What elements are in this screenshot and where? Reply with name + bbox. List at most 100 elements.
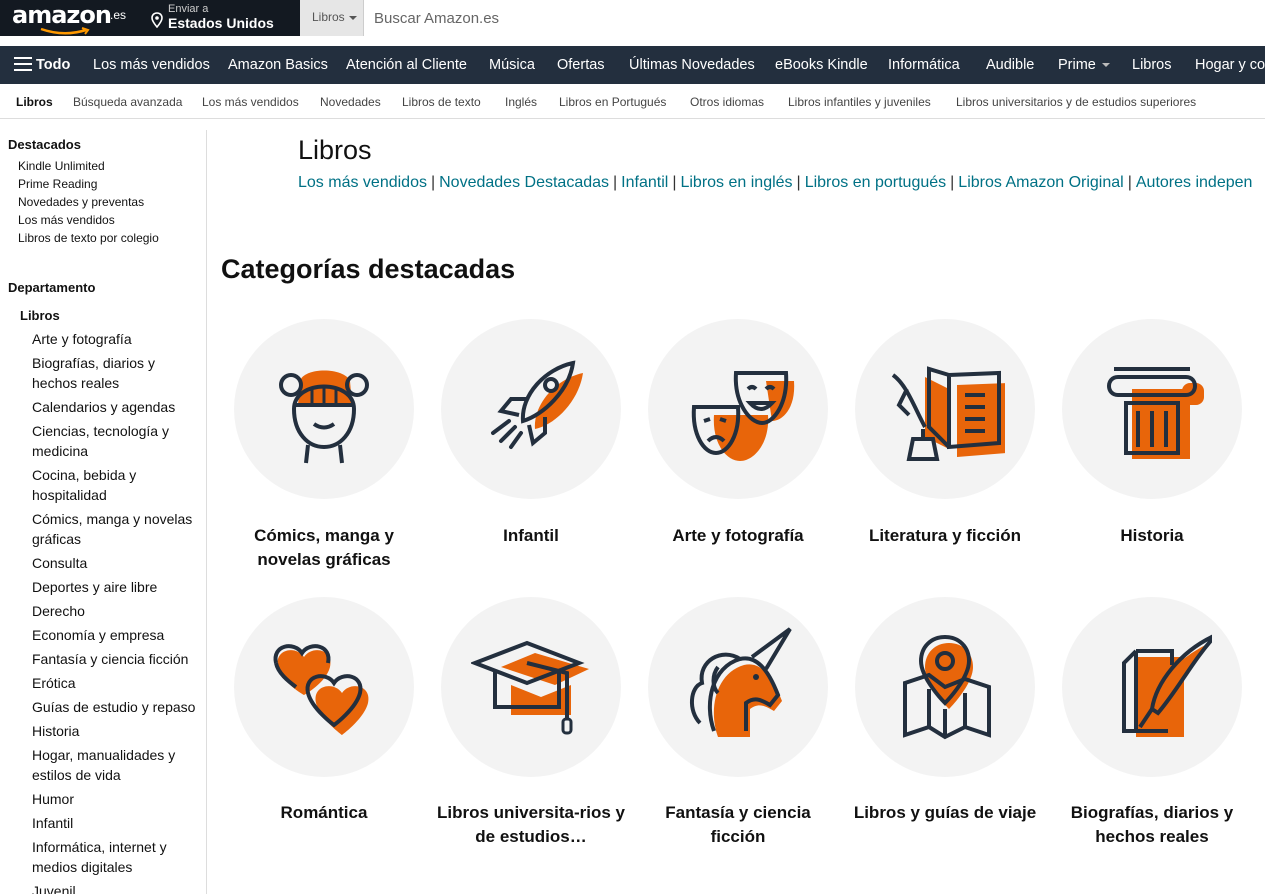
department-item[interactable]: Biografías, diarios y hechos reales <box>32 353 200 393</box>
main-nav: Todo Los más vendidos Amazon Basics Aten… <box>0 46 1265 84</box>
quick-link[interactable]: Los más vendidos <box>298 174 427 191</box>
top-header: amazon .es Enviar a Estados Unidos Libro… <box>0 0 1265 36</box>
department-item[interactable]: Juvenil <box>32 881 200 894</box>
category-label: Libros universita-rios y de estudios… <box>437 803 625 846</box>
category-circle <box>1062 319 1242 499</box>
nav-item-home[interactable]: Hogar y co <box>1195 46 1265 84</box>
subnav-english[interactable]: Inglés <box>505 84 537 119</box>
featured-link[interactable]: Kindle Unlimited <box>18 159 105 173</box>
category-tile-comics[interactable]: Cómics, manga y novelas gráficas <box>234 319 414 569</box>
category-circle <box>441 319 621 499</box>
featured-link[interactable]: Libros de texto por colegio <box>18 231 159 245</box>
category-circle <box>1062 597 1242 777</box>
nav-item-deals[interactable]: Ofertas <box>557 46 605 84</box>
search-input[interactable] <box>364 0 1265 36</box>
nav-item-bestsellers[interactable]: Los más vendidos <box>93 46 210 84</box>
map-pin-icon <box>903 634 991 740</box>
category-tile-literature[interactable]: Literatura y ficción <box>855 319 1035 545</box>
department-item[interactable]: Derecho <box>32 601 200 621</box>
nav-item-amazon-basics[interactable]: Amazon Basics <box>228 46 328 84</box>
document-quill-icon <box>1122 634 1212 737</box>
featured-link[interactable]: Los más vendidos <box>18 213 115 227</box>
category-tile-childrens[interactable]: Infantil <box>441 319 621 545</box>
department-item[interactable]: Informática, internet y medios digitales <box>32 837 200 877</box>
all-menu-button[interactable]: Todo <box>14 46 70 84</box>
quick-link[interactable]: Libros en inglés <box>680 174 792 191</box>
featured-link[interactable]: Prime Reading <box>18 177 97 191</box>
category-circle <box>855 597 1035 777</box>
nav-item-books[interactable]: Libros <box>1132 46 1172 84</box>
nav-item-customer-service[interactable]: Atención al Cliente <box>346 46 467 84</box>
category-circle <box>648 597 828 777</box>
subnav-books[interactable]: Libros <box>16 84 53 119</box>
nav-item-audible[interactable]: Audible <box>986 46 1034 84</box>
subnav-advanced-search[interactable]: Búsqueda avanzada <box>73 84 182 119</box>
quick-link[interactable]: Libros Amazon Original <box>958 174 1123 191</box>
category-tile-biographies[interactable]: Biografías, diarios y hechos reales <box>1062 597 1242 846</box>
category-tile-travel[interactable]: Libros y guías de viaje <box>854 597 1036 822</box>
comic-girl-icon <box>279 370 369 464</box>
category-label: Infantil <box>503 526 559 545</box>
category-label: Historia <box>1120 526 1184 545</box>
chevron-down-icon <box>1101 63 1110 68</box>
category-label: Romántica <box>280 803 368 822</box>
category-tile-history[interactable]: Historia <box>1062 319 1242 545</box>
subnav-university-books[interactable]: Libros universitarios y de estudios supe… <box>956 84 1196 119</box>
featured-heading: Destacados <box>8 137 81 152</box>
department-item[interactable]: Historia <box>32 721 200 741</box>
subnav-childrens-books[interactable]: Libros infantiles y juveniles <box>788 84 931 119</box>
department-item[interactable]: Infantil <box>32 813 200 833</box>
column-icon <box>1107 367 1204 459</box>
category-circle <box>441 597 621 777</box>
department-item[interactable]: Guías de estudio y repaso <box>32 697 200 717</box>
category-label: Cómics, manga y novelas gráficas <box>254 526 394 569</box>
sub-nav: Libros Búsqueda avanzada Los más vendido… <box>0 84 1265 119</box>
deliver-to[interactable]: Enviar a Estados Unidos <box>149 2 274 34</box>
department-item[interactable]: Erótica <box>32 673 200 693</box>
category-tile-university[interactable]: Libros universita-rios y de estudios… <box>437 597 625 846</box>
department-item[interactable]: Hogar, manualidades y estilos de vida <box>32 745 200 785</box>
all-menu-label: Todo <box>36 57 71 73</box>
department-item[interactable]: Ciencias, tecnología y medicina <box>32 421 200 461</box>
link-separator: | <box>796 174 801 191</box>
category-circle <box>234 597 414 777</box>
nav-item-prime[interactable]: Prime <box>1058 46 1110 84</box>
department-item[interactable]: Cocina, bebida y hospitalidad <box>32 465 200 505</box>
subnav-bestsellers[interactable]: Los más vendidos <box>202 84 299 119</box>
quick-link[interactable]: Libros en portugués <box>805 174 946 191</box>
page-title: Libros <box>298 135 372 165</box>
nav-item-prime-label: Prime <box>1058 57 1096 73</box>
department-item[interactable]: Humor <box>32 789 200 809</box>
link-separator: | <box>613 174 618 191</box>
department-item[interactable]: Calendarios y agendas <box>32 397 200 417</box>
quick-link[interactable]: Infantil <box>621 174 668 191</box>
category-tile-fantasy[interactable]: Fantasía y ciencia ficción <box>648 597 828 846</box>
book-quill-icon <box>891 366 1005 461</box>
department-item[interactable]: Arte y fotografía <box>32 329 200 349</box>
department-item[interactable]: Consulta <box>32 553 200 573</box>
department-item[interactable]: Cómics, manga y novelas gráficas <box>32 509 200 549</box>
department-item[interactable]: Fantasía y ciencia ficción <box>32 649 200 669</box>
link-separator: | <box>430 174 436 191</box>
department-item[interactable]: Deportes y aire libre <box>32 577 200 597</box>
nav-item-new-releases[interactable]: Últimas Novedades <box>629 46 755 84</box>
category-circle <box>648 319 828 499</box>
subnav-textbooks[interactable]: Libros de texto <box>402 84 481 119</box>
quick-link[interactable]: Novedades Destacadas <box>439 174 609 191</box>
featured-link[interactable]: Novedades y preventas <box>18 195 144 209</box>
subnav-other-languages[interactable]: Otros idiomas <box>690 84 764 119</box>
category-tile-romance[interactable]: Romántica <box>234 597 414 822</box>
quick-link[interactable]: Autores indepen <box>1136 174 1253 191</box>
category-label: Arte y fotografía <box>672 526 804 545</box>
nav-item-ebooks-kindle[interactable]: eBooks Kindle <box>775 46 868 84</box>
hamburger-icon <box>14 57 32 72</box>
subnav-portuguese[interactable]: Libros en Portugués <box>559 84 666 119</box>
nav-item-computers[interactable]: Informática <box>888 46 960 84</box>
search-category-select[interactable]: Libros <box>300 0 364 36</box>
nav-item-music[interactable]: Música <box>489 46 535 84</box>
category-tile-art[interactable]: Arte y fotografía <box>648 319 828 545</box>
department-item[interactable]: Economía y empresa <box>32 625 200 645</box>
department-root[interactable]: Libros <box>20 308 60 323</box>
subnav-new[interactable]: Novedades <box>320 84 381 119</box>
amazon-logo[interactable]: amazon .es <box>12 0 132 36</box>
